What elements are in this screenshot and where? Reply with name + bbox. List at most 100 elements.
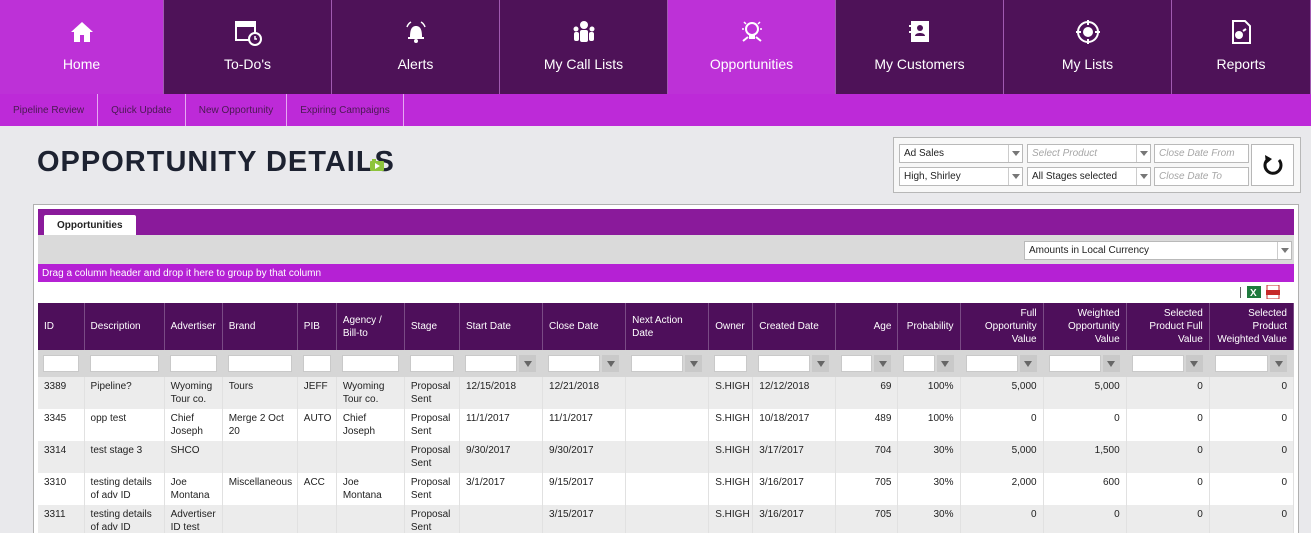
table-cell[interactable]: Joe Montana	[164, 473, 223, 505]
column-filter-input[interactable]	[631, 355, 703, 372]
filter-icon[interactable]	[1019, 355, 1037, 372]
column-header-close-date[interactable]: Close Date	[542, 303, 627, 350]
group-by-bar[interactable]: Drag a column header and drop it here to…	[38, 264, 1294, 282]
column-filter-input[interactable]	[903, 355, 954, 372]
column-header-weighted-opportunity-value[interactable]: Weighted Opportunity Value	[1043, 303, 1127, 350]
filter-icon[interactable]	[874, 355, 892, 372]
column-filter-input[interactable]	[714, 355, 748, 372]
nav-alerts[interactable]: Alerts	[332, 0, 500, 94]
table-cell[interactable]: opp test	[84, 409, 165, 441]
nav-reports[interactable]: Reports	[1172, 0, 1311, 94]
close-date-from-input[interactable]: Close Date From	[1154, 144, 1249, 163]
table-body: 3389 Pipeline? Wyoming Tour co. Tours JEFF Wy…	[38, 377, 1295, 533]
table-cell[interactable]: Wyoming Tour co.	[336, 377, 405, 409]
column-filter-input[interactable]	[1131, 355, 1203, 372]
column-header-advertiser[interactable]: Advertiser	[164, 303, 223, 350]
table-cell[interactable]: Pipeline?	[84, 377, 165, 409]
filter-icon[interactable]	[1270, 355, 1287, 372]
table-row[interactable]: 3311 testing details of adv ID Advertiser …	[38, 505, 1295, 533]
table-cell[interactable]: Wyoming Tour co.	[164, 377, 223, 409]
refresh-button[interactable]	[1251, 144, 1294, 186]
column-header-brand[interactable]: Brand	[222, 303, 298, 350]
table-cell[interactable]: testing details of adv ID	[84, 505, 165, 533]
product-select[interactable]: Select Product	[1027, 144, 1151, 163]
table-cell[interactable]: 3389	[38, 377, 85, 409]
column-filter-input[interactable]	[302, 355, 331, 372]
table-row[interactable]: 3310 testing details of adv ID Joe Montana…	[38, 473, 1295, 505]
close-date-to-input[interactable]: Close Date To	[1154, 167, 1249, 186]
nav-my-customers[interactable]: My Customers	[836, 0, 1004, 94]
department-select[interactable]: Ad Sales	[899, 144, 1023, 163]
column-filter-input[interactable]	[758, 355, 830, 372]
column-filter-input[interactable]	[89, 355, 159, 372]
filter-icon[interactable]	[685, 355, 703, 372]
table-cell: 705	[835, 505, 899, 533]
table-cell[interactable]: testing details of adv ID	[84, 473, 165, 505]
subnav-quick-update[interactable]: Quick Update	[98, 94, 186, 126]
column-filter-input[interactable]	[227, 355, 292, 372]
filter-icon[interactable]	[812, 355, 830, 372]
pdf-export-icon[interactable]	[1266, 285, 1280, 299]
nav-opportunities[interactable]: Opportunities	[668, 0, 836, 94]
table-cell[interactable]: 3314	[38, 441, 85, 473]
column-header-description[interactable]: Description	[84, 303, 165, 350]
column-filter-input[interactable]	[43, 355, 79, 372]
filter-cell	[38, 350, 85, 377]
column-header-selected-product-weighted-value[interactable]: Selected Product Weighted Value	[1209, 303, 1295, 350]
nav-to-do-s[interactable]: To-Do's	[164, 0, 332, 94]
table-row[interactable]: 3314 test stage 3 SHCO Proposal Sent 9/30/20…	[38, 441, 1295, 473]
tab-opportunities[interactable]: Opportunities	[44, 215, 136, 235]
column-filter-input[interactable]	[548, 355, 620, 372]
owner-select[interactable]: High, Shirley	[899, 167, 1023, 186]
table-cell[interactable]: test stage 3	[84, 441, 165, 473]
column-header-owner[interactable]: Owner	[708, 303, 754, 350]
table-cell: ACC	[297, 473, 337, 505]
filter-icon[interactable]	[519, 355, 537, 372]
stages-select[interactable]: All Stages selected	[1027, 167, 1151, 186]
nav-my-lists[interactable]: My Lists	[1004, 0, 1172, 94]
column-filter-input[interactable]	[965, 355, 1037, 372]
table-cell[interactable]: 3345	[38, 409, 85, 441]
table-cell[interactable]: 3310	[38, 473, 85, 505]
table-row[interactable]: 3345 opp test Chief Joseph Merge 2 Oct 20 AU…	[38, 409, 1295, 441]
filter-icon[interactable]	[936, 355, 954, 372]
nav-home[interactable]: Home	[0, 0, 164, 94]
subnav-new-opportunity[interactable]: New Opportunity	[186, 94, 288, 126]
table-cell[interactable]: Joe Montana	[336, 473, 405, 505]
column-filter-input[interactable]	[169, 355, 217, 372]
column-filter-input[interactable]	[341, 355, 399, 372]
subnav-pipeline-review[interactable]: Pipeline Review	[0, 94, 99, 126]
nav-my-call-lists[interactable]: My Call Lists	[500, 0, 668, 94]
column-header-pib[interactable]: PIB	[297, 303, 337, 350]
filter-icon[interactable]	[602, 355, 620, 372]
column-filter-input[interactable]	[409, 355, 454, 372]
column-header-agency-bill-to[interactable]: Agency / Bill-to	[336, 303, 405, 350]
filter-cell	[404, 350, 460, 377]
column-filter-input[interactable]	[841, 355, 892, 372]
column-header-id[interactable]: ID	[38, 303, 85, 350]
column-header-selected-product-full-value[interactable]: Selected Product Full Value	[1126, 303, 1210, 350]
video-icon[interactable]	[369, 157, 385, 173]
table-cell[interactable]: Chief Joseph	[164, 409, 223, 441]
column-filter-input[interactable]	[1214, 355, 1287, 372]
column-header-created-date[interactable]: Created Date	[752, 303, 837, 350]
column-filter-input[interactable]	[464, 355, 537, 372]
table-cell: AUTO	[297, 409, 337, 441]
table-cell[interactable]: Chief Joseph	[336, 409, 405, 441]
column-filter-input[interactable]	[1048, 355, 1120, 372]
column-header-next-action-date[interactable]: Next Action Date	[625, 303, 710, 350]
filter-icon[interactable]	[1185, 355, 1203, 372]
table-cell[interactable]: SHCO	[164, 441, 223, 473]
table-cell[interactable]: 3311	[38, 505, 85, 533]
column-header-stage[interactable]: Stage	[404, 303, 460, 350]
column-header-start-date[interactable]: Start Date	[459, 303, 544, 350]
column-header-probability[interactable]: Probability	[897, 303, 961, 350]
column-header-full-opportunity-value[interactable]: Full Opportunity Value	[960, 303, 1044, 350]
filter-icon[interactable]	[1102, 355, 1120, 372]
table-cell[interactable]: Advertiser ID test	[164, 505, 223, 533]
table-row[interactable]: 3389 Pipeline? Wyoming Tour co. Tours JEFF Wy…	[38, 377, 1295, 409]
subnav-expiring-campaigns[interactable]: Expiring Campaigns	[287, 94, 404, 126]
column-header-age[interactable]: Age	[835, 303, 899, 350]
excel-export-icon[interactable]: X	[1247, 285, 1261, 299]
currency-select[interactable]: Amounts in Local Currency	[1024, 241, 1292, 260]
